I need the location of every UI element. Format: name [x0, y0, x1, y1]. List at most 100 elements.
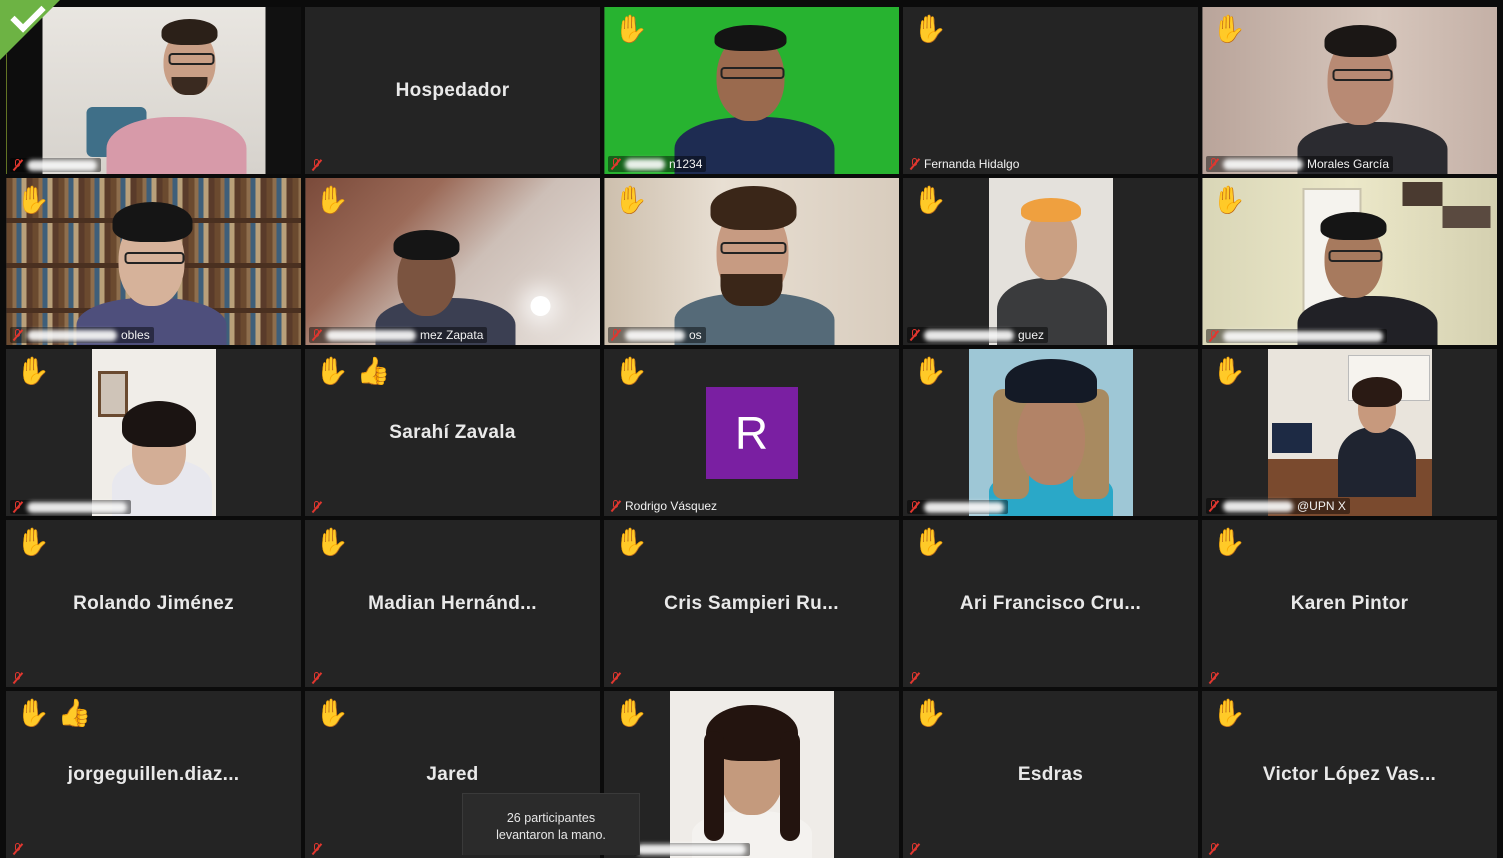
- blurred-name: [326, 329, 416, 341]
- blurred-name: [625, 158, 665, 170]
- reactions: ✋: [315, 184, 349, 216]
- participant-tile[interactable]: ✋: [604, 691, 899, 858]
- blurred-name: [27, 159, 97, 171]
- participant-tile[interactable]: ✋ guez: [903, 178, 1198, 345]
- raised-hand-icon: ✋: [614, 185, 648, 215]
- participant-name-label: [1206, 842, 1223, 856]
- participant-tile[interactable]: ✋ Fernanda Hidalgo: [903, 7, 1198, 174]
- participant-name: Rolando Jiménez: [73, 592, 234, 614]
- microphone-muted-icon: [12, 501, 23, 513]
- raised-hand-icon: ✋: [16, 698, 50, 728]
- reactions: ✋: [614, 697, 648, 729]
- thumbs-up-icon: 👍: [356, 356, 391, 386]
- reactions: ✋: [913, 184, 947, 216]
- reactions: ✋: [614, 13, 648, 45]
- reactions: ✋: [1212, 184, 1246, 216]
- participant-name-label: Rodrigo Vásquez: [608, 498, 721, 514]
- participant-video: [6, 178, 301, 345]
- participant-tile[interactable]: Hospedador: [305, 7, 600, 174]
- participant-tile[interactable]: jorgeguillen.diaz... ✋ 👍: [6, 691, 301, 858]
- participant-name-label: n1234: [608, 156, 707, 172]
- participant-video: [1267, 349, 1432, 516]
- microphone-muted-icon: [311, 501, 322, 513]
- participant-tile[interactable]: ✋: [6, 349, 301, 516]
- reactions: ✋: [315, 697, 349, 729]
- participant-video: [91, 349, 216, 516]
- participant-tile[interactable]: ✋ mez Zapata: [305, 178, 600, 345]
- participant-gallery: Hospedador ✋ n1234 ✋ Fernanda Hidalgo ✋ …: [6, 7, 1498, 858]
- microphone-muted-icon: [12, 159, 23, 171]
- raised-hand-icon: ✋: [913, 185, 947, 215]
- reactions: ✋: [1212, 355, 1246, 387]
- participant-tile[interactable]: Sarahí Zavala ✋ 👍: [305, 349, 600, 516]
- microphone-muted-icon: [1208, 330, 1219, 342]
- microphone-muted-icon: [909, 843, 920, 855]
- blurred-name: [1223, 158, 1303, 170]
- microphone-muted-icon: [610, 329, 621, 341]
- participant-name: Victor López Vas...: [1262, 763, 1437, 785]
- microphone-muted-icon: [12, 672, 23, 684]
- participant-name-label: [309, 842, 326, 856]
- reactions: ✋ 👍: [16, 697, 91, 729]
- participant-name-label: os: [608, 327, 706, 343]
- raised-hand-icon: ✋: [16, 185, 50, 215]
- avatar: R: [705, 386, 798, 479]
- checkmark-badge-icon: [0, 0, 60, 60]
- raised-hand-icon: ✋: [1212, 356, 1246, 386]
- participant-tile[interactable]: Esdras ✋: [903, 691, 1198, 858]
- microphone-muted-icon: [610, 500, 621, 512]
- raised-hand-icon: ✋: [1212, 14, 1246, 44]
- participant-tile[interactable]: Karen Pintor ✋: [1202, 520, 1497, 687]
- raised-hand-icon: ✋: [913, 698, 947, 728]
- participant-name: Esdras: [1017, 763, 1084, 785]
- participant-tile[interactable]: ✋ Morales García: [1202, 7, 1497, 174]
- participant-tile[interactable]: Ari Francisco Cru... ✋: [903, 520, 1198, 687]
- participant-name-label: Fernanda Hidalgo: [907, 156, 1023, 172]
- participant-tile[interactable]: ✋ @UPN X: [1202, 349, 1497, 516]
- reactions: ✋: [1212, 13, 1246, 45]
- microphone-muted-icon: [311, 329, 322, 341]
- reactions: ✋: [913, 355, 947, 387]
- reactions: ✋ 👍: [315, 355, 390, 387]
- raised-hand-icon: ✋: [614, 527, 648, 557]
- reactions: ✋: [16, 355, 50, 387]
- participant-name-label: [10, 842, 27, 856]
- participant-name-label: [309, 500, 326, 514]
- participant-name-label: [10, 158, 101, 172]
- microphone-muted-icon: [909, 158, 920, 170]
- participant-tile[interactable]: ✋ n1234: [604, 7, 899, 174]
- microphone-muted-icon: [909, 501, 920, 513]
- participant-video: [968, 349, 1133, 516]
- participant-tile[interactable]: Madian Hernánd... ✋: [305, 520, 600, 687]
- blurred-name: [27, 329, 117, 341]
- participant-tile[interactable]: ✋: [1202, 178, 1497, 345]
- participant-name-label: [634, 843, 750, 856]
- reactions: ✋: [614, 355, 648, 387]
- raised-hand-icon: ✋: [913, 527, 947, 557]
- participant-tile[interactable]: Cris Sampieri Ru... ✋: [604, 520, 899, 687]
- reactions: ✋: [16, 184, 50, 216]
- participant-video: [604, 7, 899, 174]
- microphone-muted-icon: [12, 843, 23, 855]
- microphone-muted-icon: [909, 329, 920, 341]
- raised-hand-icon: ✋: [315, 185, 349, 215]
- reactions: ✋: [614, 184, 648, 216]
- reactions: ✋: [315, 526, 349, 558]
- participant-tile[interactable]: ✋ obles: [6, 178, 301, 345]
- participant-tile[interactable]: Victor López Vas... ✋: [1202, 691, 1497, 858]
- participant-tile[interactable]: ✋: [903, 349, 1198, 516]
- participant-name-label: [907, 671, 924, 685]
- reactions: ✋: [16, 526, 50, 558]
- participant-video: [988, 178, 1113, 345]
- participant-tile[interactable]: R ✋ Rodrigo Vásquez: [604, 349, 899, 516]
- participant-tile[interactable]: ✋ os: [604, 178, 899, 345]
- raised-hand-icon: ✋: [16, 356, 50, 386]
- participant-tile[interactable]: Rolando Jiménez ✋: [6, 520, 301, 687]
- notification-line-1: 26 participantes: [506, 811, 596, 825]
- raised-hand-icon: ✋: [315, 356, 349, 386]
- blurred-name: [924, 501, 1004, 513]
- microphone-muted-icon: [610, 158, 621, 170]
- participant-name: Ari Francisco Cru...: [959, 592, 1142, 614]
- raised-hand-icon: ✋: [1212, 698, 1246, 728]
- raised-hand-icon: ✋: [1212, 527, 1246, 557]
